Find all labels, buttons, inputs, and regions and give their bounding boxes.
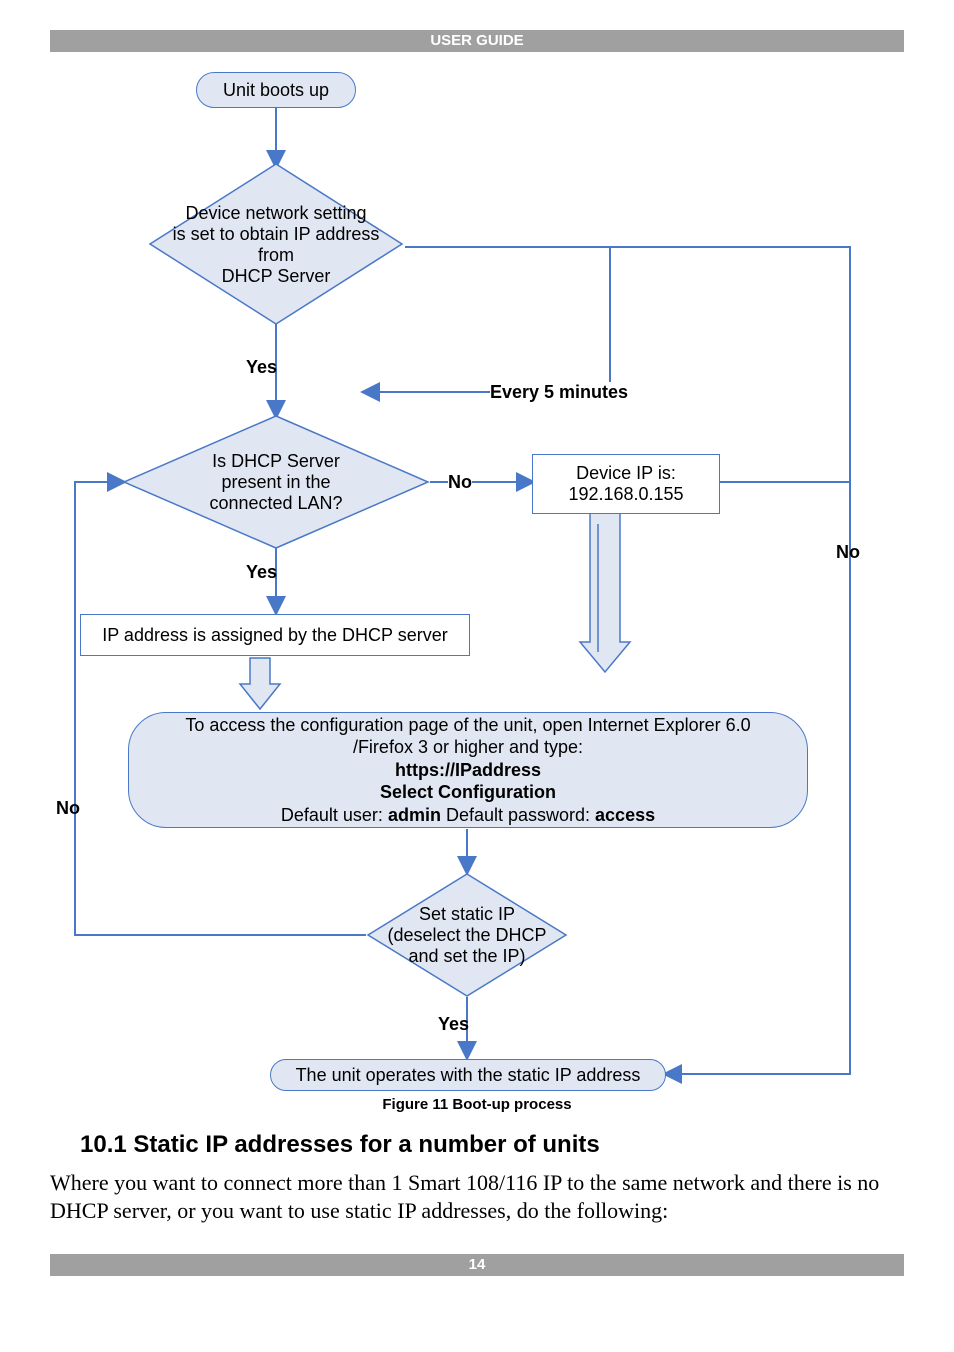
d2-no-label: No bbox=[448, 472, 472, 493]
deviceip-l2: 192.168.0.155 bbox=[568, 484, 683, 505]
d3-l1: Set static IP bbox=[387, 904, 546, 925]
device-ip-box: Device IP is: 192.168.0.155 bbox=[532, 454, 720, 514]
d3-l3: and set the IP) bbox=[387, 946, 546, 967]
d1-line2: is set to obtain IP address from bbox=[156, 224, 396, 266]
d1-yes-label: Yes bbox=[246, 357, 277, 378]
cfg-l5c: Default password: bbox=[441, 805, 595, 825]
final-text: The unit operates with the static IP add… bbox=[296, 1065, 641, 1086]
cfg-l5a: Default user: bbox=[281, 805, 388, 825]
final-box: The unit operates with the static IP add… bbox=[270, 1059, 666, 1091]
section-paragraph: Where you want to connect more than 1 Sm… bbox=[50, 1169, 904, 1224]
cfg-l1: To access the configuration page of the … bbox=[185, 714, 750, 737]
deviceip-l1: Device IP is: bbox=[568, 463, 683, 484]
cfg-l5d: access bbox=[595, 805, 655, 825]
d1-line1: Device network setting bbox=[156, 203, 396, 224]
d1-line3: DHCP Server bbox=[156, 266, 396, 287]
flowchart: Unit boots up Device network setting is … bbox=[50, 62, 904, 1117]
cfg-l4: Select Configuration bbox=[380, 781, 556, 804]
d3-yes-label: Yes bbox=[438, 1014, 469, 1035]
d3-l2: (deselect the DHCP bbox=[387, 925, 546, 946]
config-box: To access the configuration page of the … bbox=[128, 712, 808, 828]
d1-no-label: No bbox=[836, 542, 860, 563]
flow-start: Unit boots up bbox=[196, 72, 356, 108]
d2-yes-label: Yes bbox=[246, 562, 277, 583]
decision-dhcp-setting: Device network setting is set to obtain … bbox=[168, 160, 384, 330]
cfg-l2: /Firefox 3 or higher and type: bbox=[353, 736, 583, 759]
d2-line2: present in the bbox=[209, 472, 342, 493]
cfg-l5b: admin bbox=[388, 805, 441, 825]
every5-label: Every 5 minutes bbox=[490, 382, 628, 403]
d3-no-label: No bbox=[56, 798, 80, 819]
decision-set-static: Set static IP (deselect the DHCP and set… bbox=[364, 870, 570, 1000]
footer-bar: 14 bbox=[50, 1254, 904, 1276]
section-heading: 10.1 Static IP addresses for a number of… bbox=[80, 1131, 904, 1159]
flow-start-text: Unit boots up bbox=[223, 80, 329, 101]
header-bar: USER GUIDE bbox=[50, 30, 904, 52]
d2-line1: Is DHCP Server bbox=[209, 451, 342, 472]
decision-dhcp-present: Is DHCP Server present in the connected … bbox=[120, 412, 432, 552]
figure-caption: Figure 11 Boot-up process bbox=[50, 1096, 904, 1113]
ip-assigned-box: IP address is assigned by the DHCP serve… bbox=[80, 614, 470, 656]
d2-line3: connected LAN? bbox=[209, 493, 342, 514]
cfg-l3: https://IPaddress bbox=[395, 759, 541, 782]
assigned-text: IP address is assigned by the DHCP serve… bbox=[102, 625, 448, 646]
